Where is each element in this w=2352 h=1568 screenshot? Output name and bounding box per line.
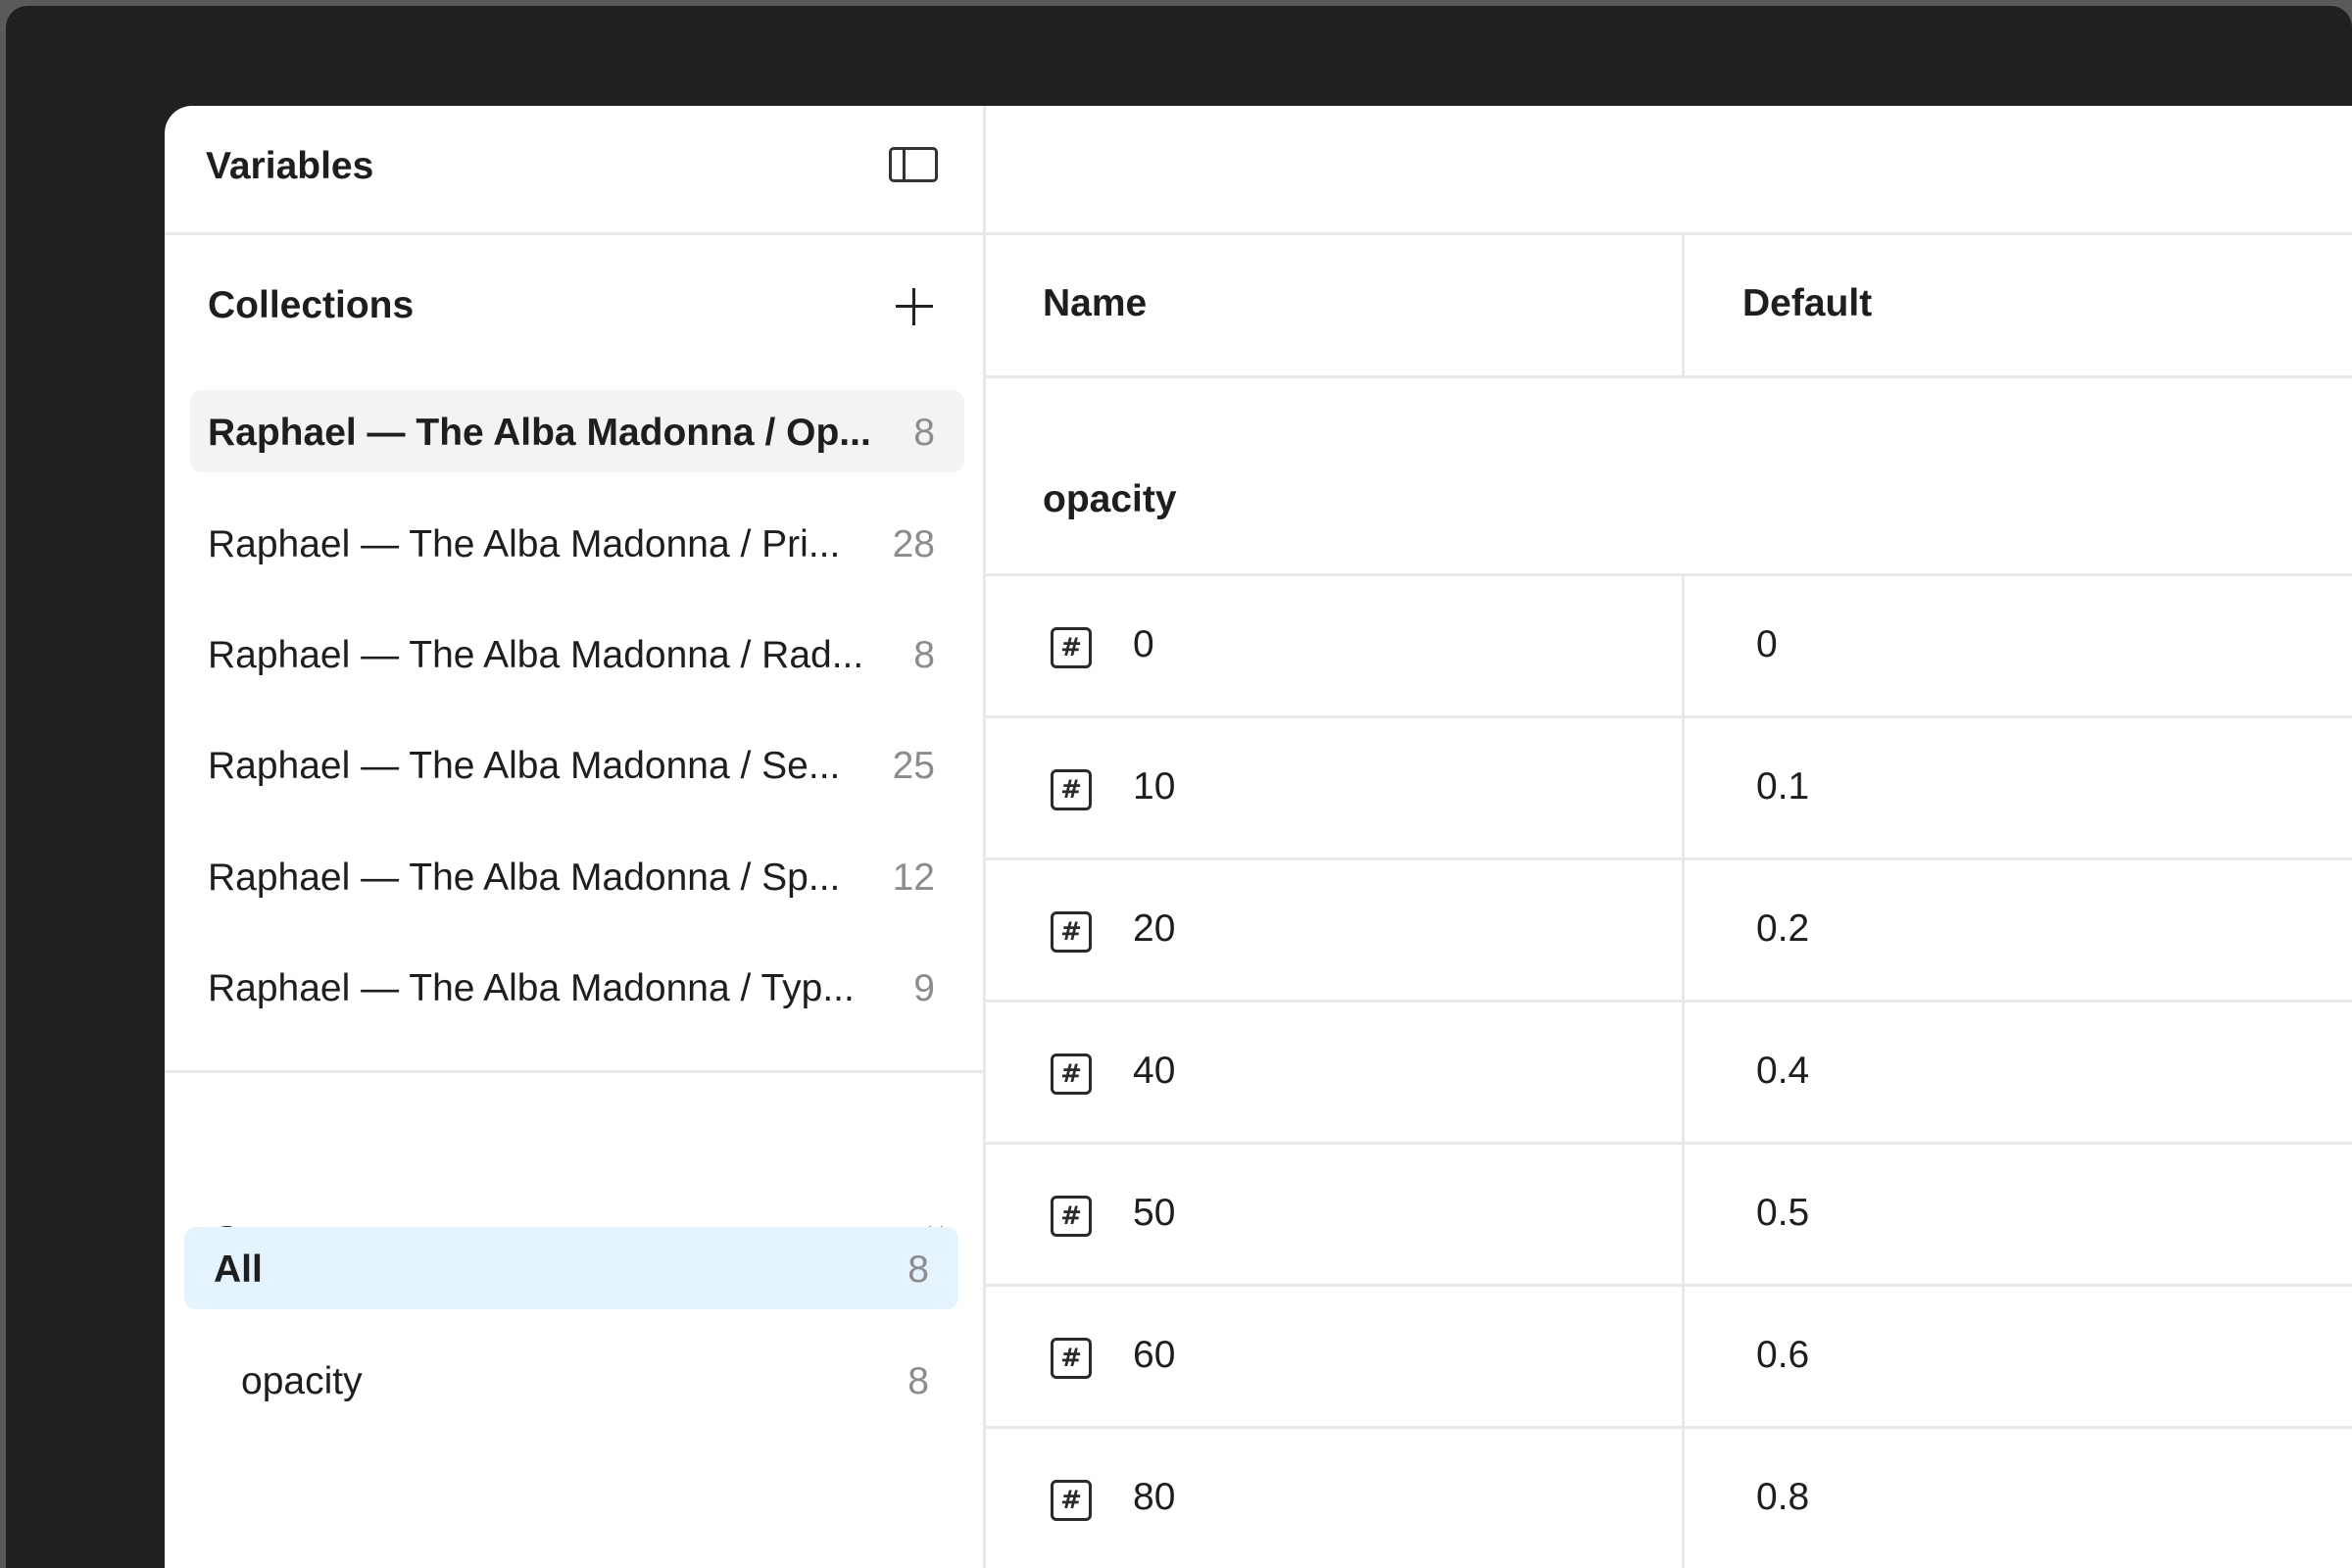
group-header-row: opacity — [986, 378, 2352, 576]
variable-name[interactable]: 50 — [1133, 1192, 1175, 1235]
collection-item[interactable]: Raphael — The Alba Madonna / Sp... 12 — [190, 835, 964, 917]
number-hash-icon: # — [1051, 627, 1092, 668]
collection-label: Raphael — The Alba Madonna / Rad... — [208, 634, 864, 676]
number-hash-icon: # — [1051, 911, 1092, 953]
collection-item[interactable]: Raphael — The Alba Madonna / Se... 25 — [190, 723, 964, 806]
variables-panel: Variables Collections Raphael — The Alba… — [165, 106, 2352, 1568]
collection-count: 28 — [892, 523, 935, 565]
variable-value[interactable]: 0.5 — [1756, 1192, 1809, 1235]
sidebar-panel-icon[interactable] — [889, 147, 938, 182]
table-header: Name Default — [986, 235, 2352, 378]
collection-item[interactable]: Raphael — The Alba Madonna / Rad... 8 — [190, 612, 964, 695]
variable-name[interactable]: 0 — [1133, 623, 1154, 666]
table-row[interactable]: # 80 0.8 — [986, 1429, 2352, 1568]
variable-name[interactable]: 80 — [1133, 1476, 1175, 1519]
group-label: opacity — [241, 1360, 363, 1402]
group-label: All — [214, 1249, 263, 1291]
column-header-default[interactable]: Default — [1742, 282, 1872, 325]
collection-item[interactable]: Raphael — The Alba Madonna / Pri... 28 — [190, 502, 964, 584]
group-count: 8 — [907, 1360, 929, 1402]
app-window-frame: Variables Collections Raphael — The Alba… — [6, 6, 2352, 1568]
collection-label: Raphael — The Alba Madonna / Op... — [208, 412, 871, 454]
collection-count: 8 — [913, 412, 935, 454]
table-row[interactable]: # 50 0.5 — [986, 1145, 2352, 1287]
collection-count: 8 — [913, 634, 935, 676]
variable-name[interactable]: 40 — [1133, 1050, 1175, 1093]
table-row[interactable]: # 20 0.2 — [986, 860, 2352, 1003]
table-row[interactable]: # 40 0.4 — [986, 1003, 2352, 1145]
variable-name[interactable]: 60 — [1133, 1334, 1175, 1377]
number-hash-icon: # — [1051, 1196, 1092, 1237]
variable-value[interactable]: 0.8 — [1756, 1476, 1809, 1519]
collection-item[interactable]: Raphael — The Alba Madonna / Op... 8 — [190, 390, 964, 472]
collection-label: Raphael — The Alba Madonna / Typ... — [208, 967, 855, 1009]
sidebar-header: Variables — [165, 106, 983, 235]
variable-value[interactable]: 0.4 — [1756, 1050, 1809, 1093]
table-row[interactable]: # 60 0.6 — [986, 1287, 2352, 1429]
column-header-name[interactable]: Name — [1043, 282, 1147, 325]
collection-item[interactable]: Raphael — The Alba Madonna / Typ... 9 — [190, 946, 964, 1028]
section-divider — [165, 1070, 983, 1073]
collection-count: 12 — [892, 857, 935, 899]
variable-value[interactable]: 0.2 — [1756, 907, 1809, 951]
variable-name[interactable]: 10 — [1133, 765, 1175, 808]
number-hash-icon: # — [1051, 1338, 1092, 1379]
collection-label: Raphael — The Alba Madonna / Pri... — [208, 523, 841, 565]
group-count: 8 — [907, 1249, 929, 1291]
group-item-all[interactable]: All 8 — [184, 1227, 958, 1309]
collection-count: 25 — [892, 745, 935, 787]
table-toolbar — [986, 106, 2352, 235]
plus-icon[interactable] — [896, 288, 933, 325]
group-header-label: opacity — [1043, 478, 1177, 520]
table-row[interactable]: # 10 0.1 — [986, 718, 2352, 860]
collection-label: Raphael — The Alba Madonna / Sp... — [208, 857, 841, 899]
collection-label: Raphael — The Alba Madonna / Se... — [208, 745, 841, 787]
variable-value[interactable]: 0 — [1756, 623, 1778, 666]
variables-table: Name Default opacity # 0 0 # 10 0.1 # 20… — [986, 106, 2352, 1568]
number-hash-icon: # — [1051, 769, 1092, 810]
group-item-opacity[interactable]: opacity 8 — [184, 1339, 958, 1421]
collections-title: Collections — [208, 284, 415, 326]
variable-value[interactable]: 0.1 — [1756, 765, 1809, 808]
collection-count: 9 — [913, 967, 935, 1009]
variable-name[interactable]: 20 — [1133, 907, 1175, 951]
number-hash-icon: # — [1051, 1054, 1092, 1095]
number-hash-icon: # — [1051, 1480, 1092, 1521]
column-divider[interactable] — [1682, 235, 1685, 378]
sidebar: Variables Collections Raphael — The Alba… — [165, 106, 986, 1568]
variable-value[interactable]: 0.6 — [1756, 1334, 1809, 1377]
panel-title: Variables — [206, 145, 374, 187]
table-row[interactable]: # 0 0 — [986, 576, 2352, 718]
